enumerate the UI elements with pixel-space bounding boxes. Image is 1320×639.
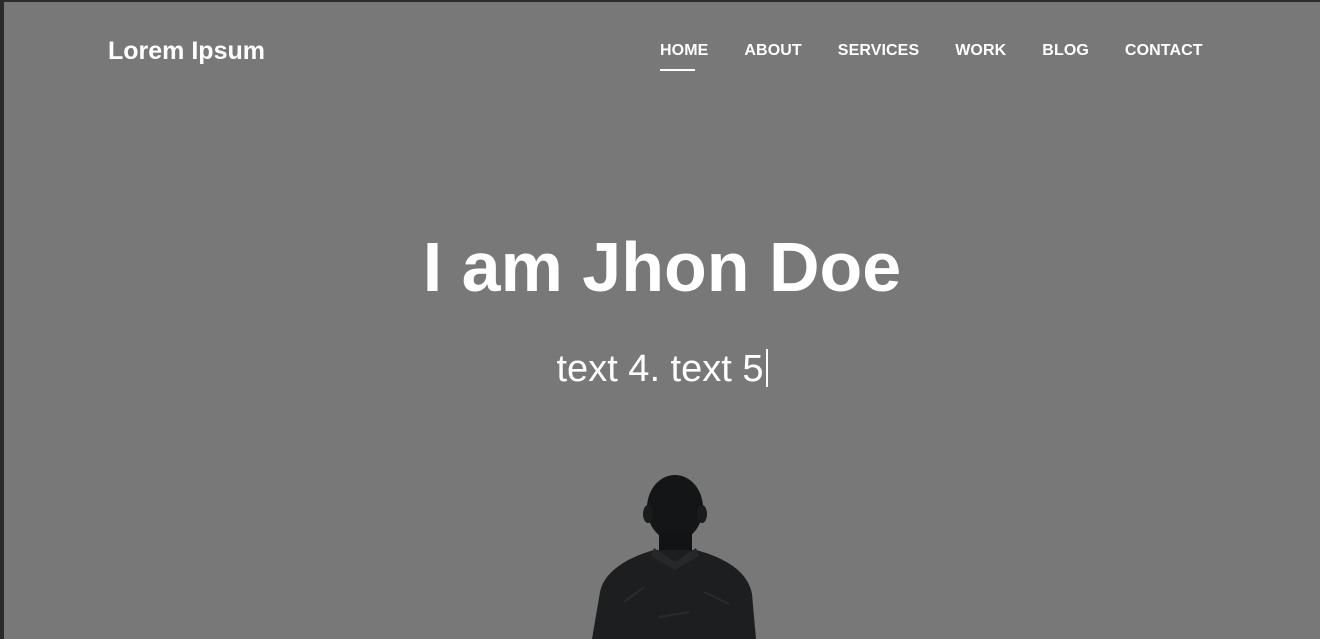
active-nav-indicator bbox=[660, 69, 695, 71]
typing-cursor bbox=[765, 349, 768, 387]
nav-item-contact[interactable]: CONTACT bbox=[1125, 42, 1203, 60]
nav-item-work[interactable]: WORK bbox=[955, 42, 1006, 60]
browser-viewport: Lorem Ipsum HOME ABOUT SERVICES WORK BLO… bbox=[0, 0, 1320, 639]
main-navigation: HOME ABOUT SERVICES WORK BLOG CONTACT bbox=[660, 42, 1203, 71]
hero-typed-text: text 4. text 5 bbox=[4, 349, 1320, 388]
nav-item-blog[interactable]: BLOG bbox=[1042, 42, 1089, 60]
nav-item-services[interactable]: SERVICES bbox=[838, 42, 919, 60]
brand-logo[interactable]: Lorem Ipsum bbox=[108, 37, 265, 66]
person-silhouette-image bbox=[592, 475, 756, 639]
nav-item-label: WORK bbox=[955, 42, 1007, 59]
nav-item-about[interactable]: ABOUT bbox=[744, 42, 801, 60]
nav-item-label: BLOG bbox=[1042, 42, 1089, 59]
nav-item-label: SERVICES bbox=[837, 42, 920, 59]
nav-item-label: HOME bbox=[660, 42, 709, 59]
nav-item-label: ABOUT bbox=[744, 42, 802, 59]
nav-item-home[interactable]: HOME bbox=[660, 42, 709, 71]
nav-item-label: CONTACT bbox=[1124, 42, 1203, 59]
hero-section: Lorem Ipsum HOME ABOUT SERVICES WORK BLO… bbox=[4, 2, 1320, 639]
hero-headline: I am Jhon Doe bbox=[422, 228, 902, 306]
typed-text-value: text 4. text 5 bbox=[556, 348, 764, 390]
